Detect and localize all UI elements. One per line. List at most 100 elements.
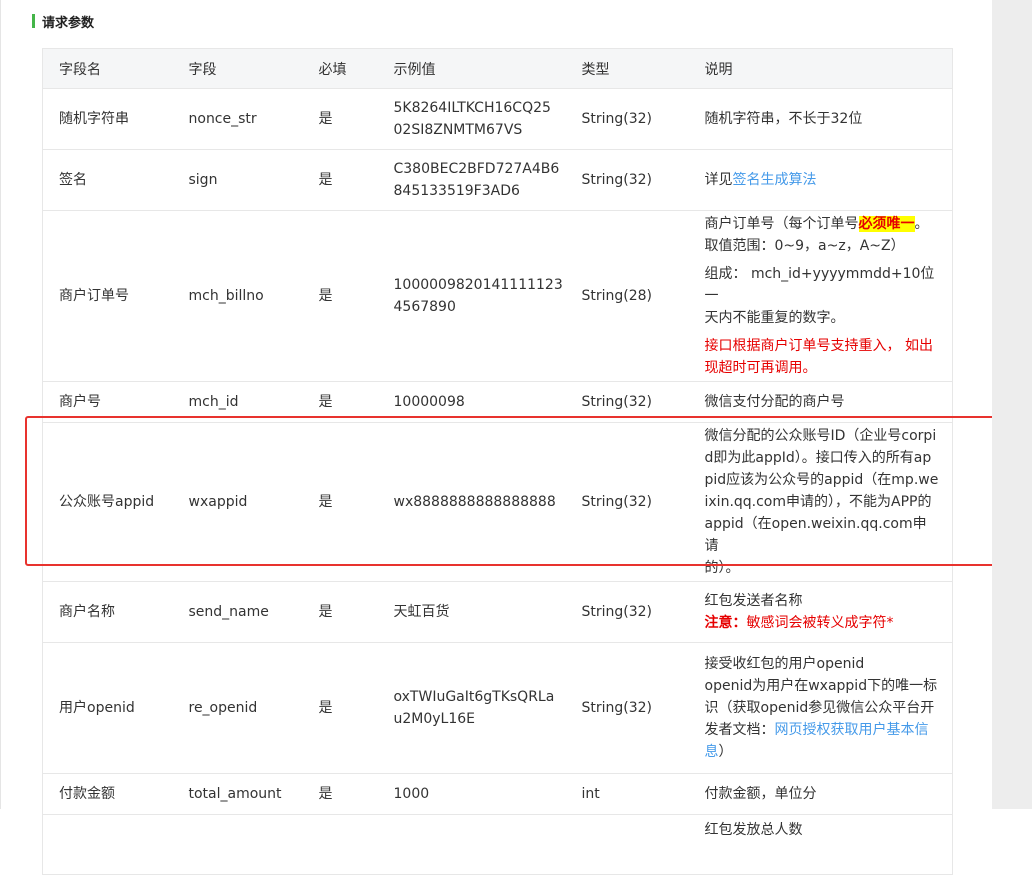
section-title: 请求参数 [32, 12, 95, 31]
example-line: 1000009820141111123 [393, 277, 563, 293]
cell-required: 是 [302, 642, 378, 774]
cell-example: 天虹百货 [377, 581, 566, 643]
example-line: oxTWIuGaIt6gTKsQRLa [393, 689, 555, 705]
cell-example: wx8888888888888888 [377, 422, 566, 582]
cell-field: re_openid [172, 642, 303, 774]
desc-text: 发者文档： [704, 722, 775, 738]
desc-line: 接受收红包的用户openid [704, 656, 865, 672]
scroll-gutter[interactable] [992, 0, 1032, 809]
header-field: 字段 [172, 48, 303, 89]
cell-type: String(32) [565, 381, 689, 423]
desc-line: 取值范围：0~9，a~z，A~Z） [704, 238, 905, 254]
cell-example: 1000 [377, 773, 566, 815]
cell-desc: 商户订单号（每个订单号必须唯一。 取值范围：0~9，a~z，A~Z） 组成： m… [688, 210, 953, 382]
cell-field: nonce_str [172, 88, 303, 150]
sign-algorithm-link[interactable]: 签名生成算法 [733, 172, 817, 188]
example-line: 1000 [393, 786, 430, 802]
cell-required: 是 [302, 149, 378, 211]
table-row: 付款金额 total_amount 是 1000 int 付款金额，单位分 [42, 773, 953, 815]
cell-field: total_amount [172, 773, 303, 815]
cell-example [377, 814, 566, 875]
doc-content: 请求参数 字段名 字段 必填 示例值 类型 说明 随机字符串 nonce_str… [0, 0, 1013, 875]
desc-line: appid（在open.weixin.qq.com申请 [704, 516, 927, 554]
example-line: C380BEC2BFD727A4B6 [393, 161, 560, 177]
cell-field: mch_id [172, 381, 303, 423]
cell-example: 10000098 [377, 381, 566, 423]
desc-warning-line: 接口根据商户订单号支持重入， 如出 [704, 338, 933, 354]
desc-line: 天内不能重复的数字。 [704, 310, 845, 326]
table-row: 随机字符串 nonce_str 是 5K8264ILTKCH16CQ25 02S… [42, 88, 953, 150]
desc-line: 商户订单号（每个订单号必须唯一。 [705, 213, 941, 235]
cell-name: 用户openid [42, 642, 173, 774]
cell-type: String(28) [565, 210, 689, 382]
note-label: 注意： [704, 615, 747, 631]
table-row: 商户名称 send_name 是 天虹百货 String(32) 红包发送者名称… [42, 581, 953, 643]
oauth-doc-link[interactable]: 息 [705, 744, 719, 760]
note-text: 敏感词会被转义成字符* [746, 615, 894, 631]
desc-line: ixin.qq.com申请的），不能为APP的 [704, 494, 932, 510]
cell-desc: 详见签名生成算法 [688, 149, 953, 211]
desc-line: 随机字符串，不长于32位 [704, 111, 863, 127]
cell-field: mch_billno [172, 210, 303, 382]
section-title-text: 请求参数 [42, 15, 95, 31]
section-accent-bar [32, 14, 35, 28]
table-row: 公众账号appid wxappid 是 wx8888888888888888 S… [42, 422, 953, 582]
cell-type: String(32) [565, 88, 689, 150]
cell-type: String(32) [565, 422, 689, 582]
cell-desc: 红包发放总人数 [688, 814, 953, 875]
table-header-row: 字段名 字段 必填 示例值 类型 说明 [42, 48, 953, 89]
cell-type [565, 814, 689, 875]
desc-line: 的）。 [704, 560, 740, 576]
cell-type: String(32) [565, 149, 689, 211]
desc-prefix: 详见 [704, 172, 733, 188]
header-type: 类型 [565, 48, 689, 89]
cell-required: 是 [302, 381, 378, 423]
desc-line: 发者文档：网页授权获取用户基本信 [705, 719, 941, 741]
cell-name: 随机字符串 [42, 88, 173, 150]
example-line: u2M0yL16E [393, 711, 476, 727]
cell-example: 5K8264ILTKCH16CQ25 02SI8ZNMTM67VS [377, 88, 566, 150]
desc-line: d即为此appId）。接口传入的所有ap [704, 450, 932, 466]
cell-required: 是 [302, 581, 378, 643]
desc-line: 红包发送者名称 [704, 593, 803, 609]
header-name: 字段名 [42, 48, 173, 89]
desc-line: 微信支付分配的商户号 [704, 394, 845, 410]
desc-line: 付款金额，单位分 [704, 786, 817, 802]
cell-name: 商户号 [42, 381, 173, 423]
example-line: 5K8264ILTKCH16CQ25 [393, 100, 551, 116]
cell-required: 是 [302, 88, 378, 150]
desc-line: 息） [705, 741, 941, 763]
cell-name: 签名 [42, 149, 173, 211]
desc-line: 识（获取openid参见微信公众平台开 [704, 700, 935, 716]
desc-note: 注意：敏感词会被转义成字符* [705, 612, 953, 634]
cell-required [302, 814, 378, 875]
cell-desc: 随机字符串，不长于32位 [688, 88, 953, 150]
cell-field [172, 814, 303, 875]
header-required: 必填 [302, 48, 378, 89]
cell-field: sign [172, 149, 303, 211]
cell-desc: 接受收红包的用户openid openid为用户在wxappid下的唯一标 识（… [688, 642, 953, 774]
desc-line: pid应该为公众号的appid（在mp.we [704, 472, 939, 488]
cell-desc: 微信支付分配的商户号 [688, 381, 953, 423]
example-line: 10000098 [393, 394, 465, 410]
example-line: 4567890 [393, 299, 456, 315]
cell-required: 是 [302, 422, 378, 582]
cell-name: 商户订单号 [42, 210, 173, 382]
cell-field: wxappid [172, 422, 303, 582]
cell-required: 是 [302, 773, 378, 815]
oauth-doc-link[interactable]: 网页授权获取用户基本信 [775, 722, 929, 738]
desc-text: ） [718, 744, 733, 760]
desc-text: 。 [914, 216, 929, 232]
cell-example: 1000009820141111123 4567890 [377, 210, 566, 382]
cell-desc: 红包发送者名称 注意：敏感词会被转义成字符* [688, 581, 953, 643]
cell-type: int [565, 773, 689, 815]
table-row: 签名 sign 是 C380BEC2BFD727A4B6 845133519F3… [42, 149, 953, 211]
cell-desc: 微信分配的公众账号ID（企业号corpi d即为此appId）。接口传入的所有a… [688, 422, 953, 582]
desc-line: 红包发放总人数 [704, 822, 803, 838]
header-example: 示例值 [377, 48, 566, 89]
table-row: 商户号 mch_id 是 10000098 String(32) 微信支付分配的… [42, 381, 953, 423]
header-desc: 说明 [688, 48, 953, 89]
cell-field: send_name [172, 581, 303, 643]
cell-desc: 付款金额，单位分 [688, 773, 953, 815]
unique-highlight: 必须唯一 [858, 216, 915, 232]
